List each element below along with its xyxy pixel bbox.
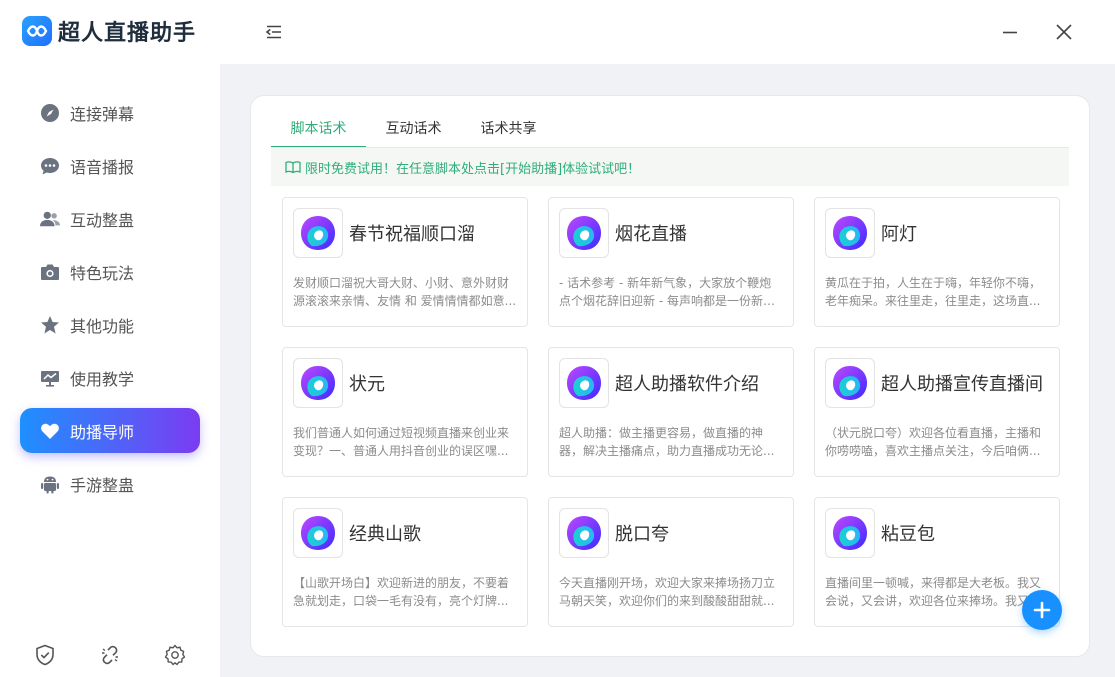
sidebar-item-tutorial[interactable]: 使用教学 [20, 355, 200, 400]
script-description: 【山歌开场白】欢迎新进的朋友，不要着急就划走，口袋一毛有没有，亮个灯牌... [293, 576, 510, 608]
script-title: 阿灯 [881, 224, 917, 245]
tab-interactive-lines[interactable]: 互动话术 [366, 114, 461, 148]
sidebar-nav: 连接弹幕 语音播报 互动整蛊 特色玩法 其他功能 使用教学 助播导师 手游整蛊 [20, 90, 200, 514]
sidebar-item-special-play[interactable]: 特色玩法 [20, 249, 200, 294]
scripts-panel: 脚本话术 互动话术 话术共享 限时免费试用！在任意脚本处点击[开始助播]体验试试… [250, 95, 1090, 657]
script-description: - 话术参考 - 新年新气象，大家放个鞭炮点个烟花辞旧迎新 - 每声响都是一份新… [559, 276, 772, 308]
script-card[interactable]: 阿灯黄瓜在于拍，人生在于嗨，年轻你不嗨，老年痴呆。来往里走，往里走，这场直... [814, 197, 1060, 327]
title-bar [220, 0, 1115, 64]
sidebar-item-label: 语音播报 [70, 157, 135, 177]
sidebar-item-label: 使用教学 [70, 369, 135, 389]
sidebar-item-label: 连接弹幕 [70, 104, 135, 124]
sidebar-item-other-features[interactable]: 其他功能 [20, 302, 200, 347]
script-title: 春节祝福顺口溜 [349, 224, 475, 245]
sidebar-item-label: 其他功能 [70, 316, 135, 336]
sidebar-item-connect-danmaku[interactable]: 连接弹幕 [20, 90, 200, 135]
script-card[interactable]: 脱口夸今天直播刚开场，欢迎大家来捧场扬刀立马朝天笑，欢迎你们的来到酸酸甜甜就..… [548, 497, 794, 627]
brand: 超人直播助手 [22, 14, 196, 48]
sidebar-item-interactive-prank[interactable]: 互动整蛊 [20, 196, 200, 241]
script-description: （状元脱口夸）欢迎各位看直播，主播和你唠唠嗑，喜欢主播点关注，今后咱俩... [825, 426, 1042, 458]
script-grid: 春节祝福顺口溜发财顺口溜祝大哥大财、小财、意外财财源滚滚来亲情、友情 和 爱情情… [282, 197, 1060, 627]
notice-banner: 限时免费试用！在任意脚本处点击[开始助播]体验试试吧！ [271, 148, 1069, 186]
script-logo-icon [293, 208, 343, 258]
add-script-button[interactable] [1022, 590, 1062, 630]
app-name: 超人直播助手 [58, 21, 197, 46]
sidebar-item-mentor[interactable]: 助播导师 [20, 408, 200, 453]
script-title: 状元 [349, 374, 385, 395]
script-description: 直播间里一顿喊，来得都是大老板。我又会说，又会讲，欢迎各位来捧场。我又... [825, 576, 1042, 608]
tab-shared-lines[interactable]: 话术共享 [461, 114, 556, 148]
tab-bar: 脚本话术 互动话术 话术共享 [271, 114, 556, 148]
script-description: 今天直播刚开场，欢迎大家来捧场扬刀立马朝天笑，欢迎你们的来到酸酸甜甜就... [559, 576, 776, 608]
script-card[interactable]: 经典山歌【山歌开场白】欢迎新进的朋友，不要着急就划走，口袋一毛有没有，亮个灯牌.… [282, 497, 528, 627]
shield-check-icon[interactable] [33, 643, 57, 667]
script-description: 超人助播：做主播更容易，做直播的神器，解决主播痛点，助力直播成功无论... [559, 426, 775, 458]
script-card[interactable]: 超人助播宣传直播间 （状元脱口夸）欢迎各位看直播，主播和你唠唠嗑，喜欢主播点关注，… [814, 347, 1060, 477]
tab-script-lines[interactable]: 脚本话术 [271, 114, 366, 148]
script-logo-icon [293, 358, 343, 408]
script-card[interactable]: 超人助播软件介绍超人助播：做主播更容易，做直播的神器，解决主播痛点，助力直播成功… [548, 347, 794, 477]
script-title: 粘豆包 [881, 524, 935, 545]
chat-bubble-icon [40, 156, 60, 176]
script-card[interactable]: 状元我们普通人如何通过短视频直播来创业来变现？一、普通人用抖音创业的误区嘿... [282, 347, 528, 477]
script-title: 经典山歌 [349, 524, 421, 545]
script-title: 超人助播宣传直播间 [881, 374, 1043, 395]
script-description: 黄瓜在于拍，人生在于嗨，年轻你不嗨，老年痴呆。来往里走，往里走，这场直... [825, 276, 1042, 308]
script-description: 我们普通人如何通过短视频直播来创业来变现？一、普通人用抖音创业的误区嘿... [293, 426, 510, 458]
script-logo-icon [825, 358, 875, 408]
collapse-menu-icon[interactable] [264, 22, 284, 42]
sidebar-item-label: 特色玩法 [70, 263, 135, 283]
presentation-icon [40, 368, 60, 388]
script-card[interactable]: 春节祝福顺口溜发财顺口溜祝大哥大财、小财、意外财财源滚滚来亲情、友情 和 爱情情… [282, 197, 528, 327]
sidebar: 超人直播助手 连接弹幕 语音播报 互动整蛊 特色玩法 其他功能 使用教学 助播导… [0, 0, 220, 677]
script-logo-icon [293, 508, 343, 558]
script-logo-icon [559, 508, 609, 558]
script-title: 脱口夸 [615, 524, 669, 545]
close-window-icon[interactable] [1053, 21, 1075, 43]
star-icon [40, 315, 60, 335]
sidebar-item-voice-broadcast[interactable]: 语音播报 [20, 143, 200, 188]
users-icon [40, 209, 60, 229]
compass-icon [40, 103, 60, 123]
script-title: 超人助播软件介绍 [615, 374, 759, 395]
script-description: 发财顺口溜祝大哥大财、小财、意外财财源滚滚来亲情、友情 和 爱情情情都如意... [293, 276, 517, 308]
app-logo-icon [22, 16, 52, 46]
script-logo-icon [559, 358, 609, 408]
android-icon [40, 474, 60, 494]
open-book-icon [285, 160, 301, 174]
script-logo-icon [559, 208, 609, 258]
sidebar-item-mobile-game-prank[interactable]: 手游整蛊 [20, 461, 200, 506]
minimize-window-icon[interactable] [1000, 22, 1020, 42]
notice-text: 限时免费试用！在任意脚本处点击[开始助播]体验试试吧！ [305, 161, 641, 177]
camera-icon [40, 262, 60, 282]
sidebar-item-label: 手游整蛊 [70, 475, 135, 495]
heart-icon [40, 421, 60, 441]
script-logo-icon [825, 508, 875, 558]
sidebar-item-label: 助播导师 [70, 422, 135, 442]
sidebar-item-label: 互动整蛊 [70, 210, 135, 230]
unlink-icon[interactable] [98, 643, 122, 667]
script-card[interactable]: 烟花直播 - 话术参考 - 新年新气象，大家放个鞭炮点个烟花辞旧迎新 - 每声响都… [548, 197, 794, 327]
script-title: 烟花直播 [615, 224, 687, 245]
settings-icon[interactable] [163, 643, 187, 667]
script-logo-icon [825, 208, 875, 258]
sidebar-bottom-bar [0, 643, 220, 667]
